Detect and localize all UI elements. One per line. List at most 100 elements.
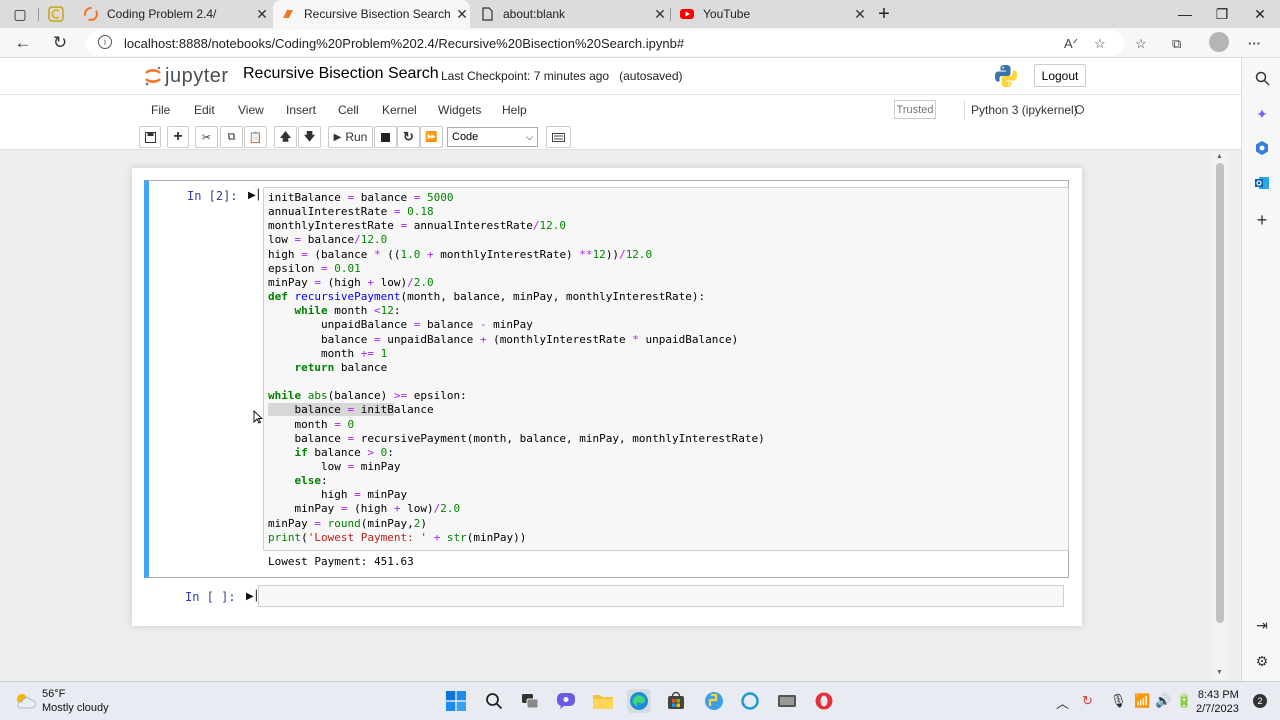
tab-label: YouTube (703, 7, 751, 21)
menu-bar: File Edit View Insert Cell Kernel Widget… (0, 94, 1241, 124)
show-hidden-icons-icon[interactable]: ︿ (1056, 693, 1069, 712)
tab-label: Coding Problem 2.4/ (107, 7, 217, 21)
menu-view[interactable]: View (238, 103, 264, 117)
insert-cell-icon[interactable]: + (167, 126, 189, 148)
interrupt-kernel-icon[interactable] (374, 126, 397, 148)
edge-sidebar: ✦ + ⇥ ⚙ (1241, 58, 1280, 681)
code-editor[interactable]: initBalance = balance = 5000 annualInter… (263, 187, 1069, 551)
mouse-cursor-icon (253, 410, 263, 424)
copilot-icon[interactable]: ✦ (1253, 105, 1271, 123)
temperature: 56°F (42, 688, 66, 700)
close-window-button[interactable]: ✕ (1242, 0, 1278, 28)
maximize-button[interactable]: ❐ (1204, 0, 1240, 28)
trusted-indicator[interactable]: Trusted (894, 100, 936, 119)
restart-run-all-icon[interactable]: ⏩ (420, 126, 443, 148)
url-field[interactable]: i localhost:8888/notebooks/Coding%20Prob… (86, 30, 1124, 56)
workspace-icon[interactable] (38, 0, 74, 28)
tab-coding-problem[interactable]: Coding Problem 2.4/ ✕ (74, 0, 270, 28)
office-icon[interactable] (1253, 139, 1271, 157)
cell-type-value: Code (452, 131, 479, 143)
run-cell-icon[interactable]: ▶⎮ (246, 591, 259, 602)
copy-icon[interactable]: ⧉ (220, 126, 243, 148)
code-cell[interactable]: In [2]: ▶⎮ initBalance = balance = 5000 … (144, 180, 1069, 578)
task-view-icon[interactable] (518, 689, 542, 713)
cortana-icon[interactable] (738, 689, 762, 713)
sidebar-settings-icon[interactable]: ⚙ (1253, 652, 1271, 670)
run-button[interactable]: ▶ Run (328, 126, 373, 148)
favorite-add-icon[interactable]: ☆ (1094, 36, 1106, 52)
cut-icon[interactable]: ✂ (195, 126, 218, 148)
empty-code-cell[interactable]: In [ ]: ▶⎮ (132, 579, 1082, 614)
hide-sidebar-icon[interactable]: ⇥ (1253, 616, 1271, 634)
notification-badge[interactable]: 2 (1253, 694, 1267, 708)
minimize-button[interactable]: — (1167, 0, 1203, 28)
python-taskbar-icon[interactable] (702, 689, 726, 713)
tab-label: Recursive Bisection Search - Jupy (304, 7, 454, 21)
menu-kernel[interactable]: Kernel (382, 103, 417, 117)
favorites-icon[interactable]: ☆ (1135, 36, 1147, 52)
close-icon[interactable]: ✕ (652, 6, 668, 23)
more-options-icon[interactable]: ··· (1248, 36, 1261, 51)
run-cell-icon[interactable]: ▶⎮ (248, 190, 261, 201)
close-icon[interactable]: ✕ (254, 6, 270, 23)
vertical-scrollbar[interactable]: ▲ ▼ (1213, 153, 1227, 680)
microphone-icon[interactable]: 🎙 (1110, 693, 1127, 709)
code-editor[interactable] (258, 585, 1064, 607)
save-icon[interactable] (139, 126, 161, 148)
store-icon[interactable] (664, 689, 688, 713)
play-icon: ▶ (333, 131, 342, 143)
kernel-name[interactable]: Python 3 (ipykernel) (971, 103, 1078, 117)
media-player-icon[interactable] (775, 689, 799, 713)
read-aloud-icon[interactable]: Aᐟ (1064, 36, 1078, 52)
info-icon[interactable]: i (98, 35, 112, 49)
tab-recursive-bisection[interactable]: Recursive Bisection Search - Jupy ✕ (273, 0, 470, 28)
refresh-icon[interactable]: ↻ (48, 31, 72, 55)
opera-icon[interactable] (812, 689, 836, 713)
jupyter-logo[interactable]: jupyter (144, 64, 229, 88)
menu-widgets[interactable]: Widgets (438, 103, 481, 117)
scroll-down-icon[interactable]: ▼ (1216, 669, 1223, 676)
wifi-icon[interactable]: 📶 (1134, 693, 1150, 709)
new-tab-button[interactable]: + (866, 0, 902, 28)
checkpoint-status: Last Checkpoint: 7 minutes ago (autosave… (441, 69, 683, 83)
menu-cell[interactable]: Cell (338, 103, 359, 117)
paste-icon[interactable]: 📋 (244, 126, 267, 148)
outlook-icon[interactable] (1253, 174, 1271, 192)
jupyter-favicon-icon (281, 7, 295, 21)
chat-icon[interactable] (554, 689, 578, 713)
sync-icon[interactable]: ↻ (1082, 693, 1093, 709)
volume-icon[interactable]: 🔊 (1155, 693, 1171, 709)
battery-icon[interactable]: 🔋 (1176, 693, 1192, 709)
tab-actions-icon[interactable]: ▢ (2, 0, 38, 28)
run-label: Run (345, 130, 368, 144)
edge-taskbar-icon[interactable] (627, 689, 651, 713)
command-palette-icon[interactable] (546, 126, 571, 148)
cell-type-select[interactable]: Code ⌵ (447, 127, 538, 147)
scrollbar-thumb[interactable] (1216, 163, 1224, 623)
close-icon[interactable]: ✕ (454, 6, 470, 23)
python-logo-icon (995, 65, 1017, 87)
tab-youtube[interactable]: YouTube ✕ (672, 0, 868, 28)
menu-insert[interactable]: Insert (286, 103, 316, 117)
logout-button[interactable]: Logout (1034, 64, 1086, 87)
clock[interactable]: 8:43 PM 2/7/2023 (1196, 688, 1239, 716)
scroll-up-icon[interactable]: ▲ (1216, 153, 1223, 160)
notebook-title[interactable]: Recursive Bisection Search (243, 65, 439, 83)
move-up-icon[interactable]: 🡅 (274, 126, 297, 148)
collections-icon[interactable]: ⧉ (1172, 36, 1181, 52)
start-icon[interactable] (444, 689, 468, 713)
menu-file[interactable]: File (151, 103, 170, 117)
file-explorer-icon[interactable] (591, 689, 615, 713)
tab-about-blank[interactable]: about:blank ✕ (472, 0, 668, 28)
add-sidebar-app-icon[interactable]: + (1253, 210, 1271, 230)
back-icon[interactable]: ← (11, 31, 35, 55)
restart-kernel-icon[interactable]: ↻ (397, 126, 420, 148)
search-icon[interactable] (1253, 69, 1271, 87)
kernel-idle-icon (1075, 105, 1084, 114)
menu-edit[interactable]: Edit (194, 103, 215, 117)
profile-avatar[interactable] (1209, 32, 1229, 52)
move-down-icon[interactable]: 🡇 (298, 126, 321, 148)
menu-help[interactable]: Help (502, 103, 527, 117)
taskbar-search-icon[interactable] (482, 689, 506, 713)
weather-widget[interactable]: 56°F Mostly cloudy (14, 687, 109, 715)
